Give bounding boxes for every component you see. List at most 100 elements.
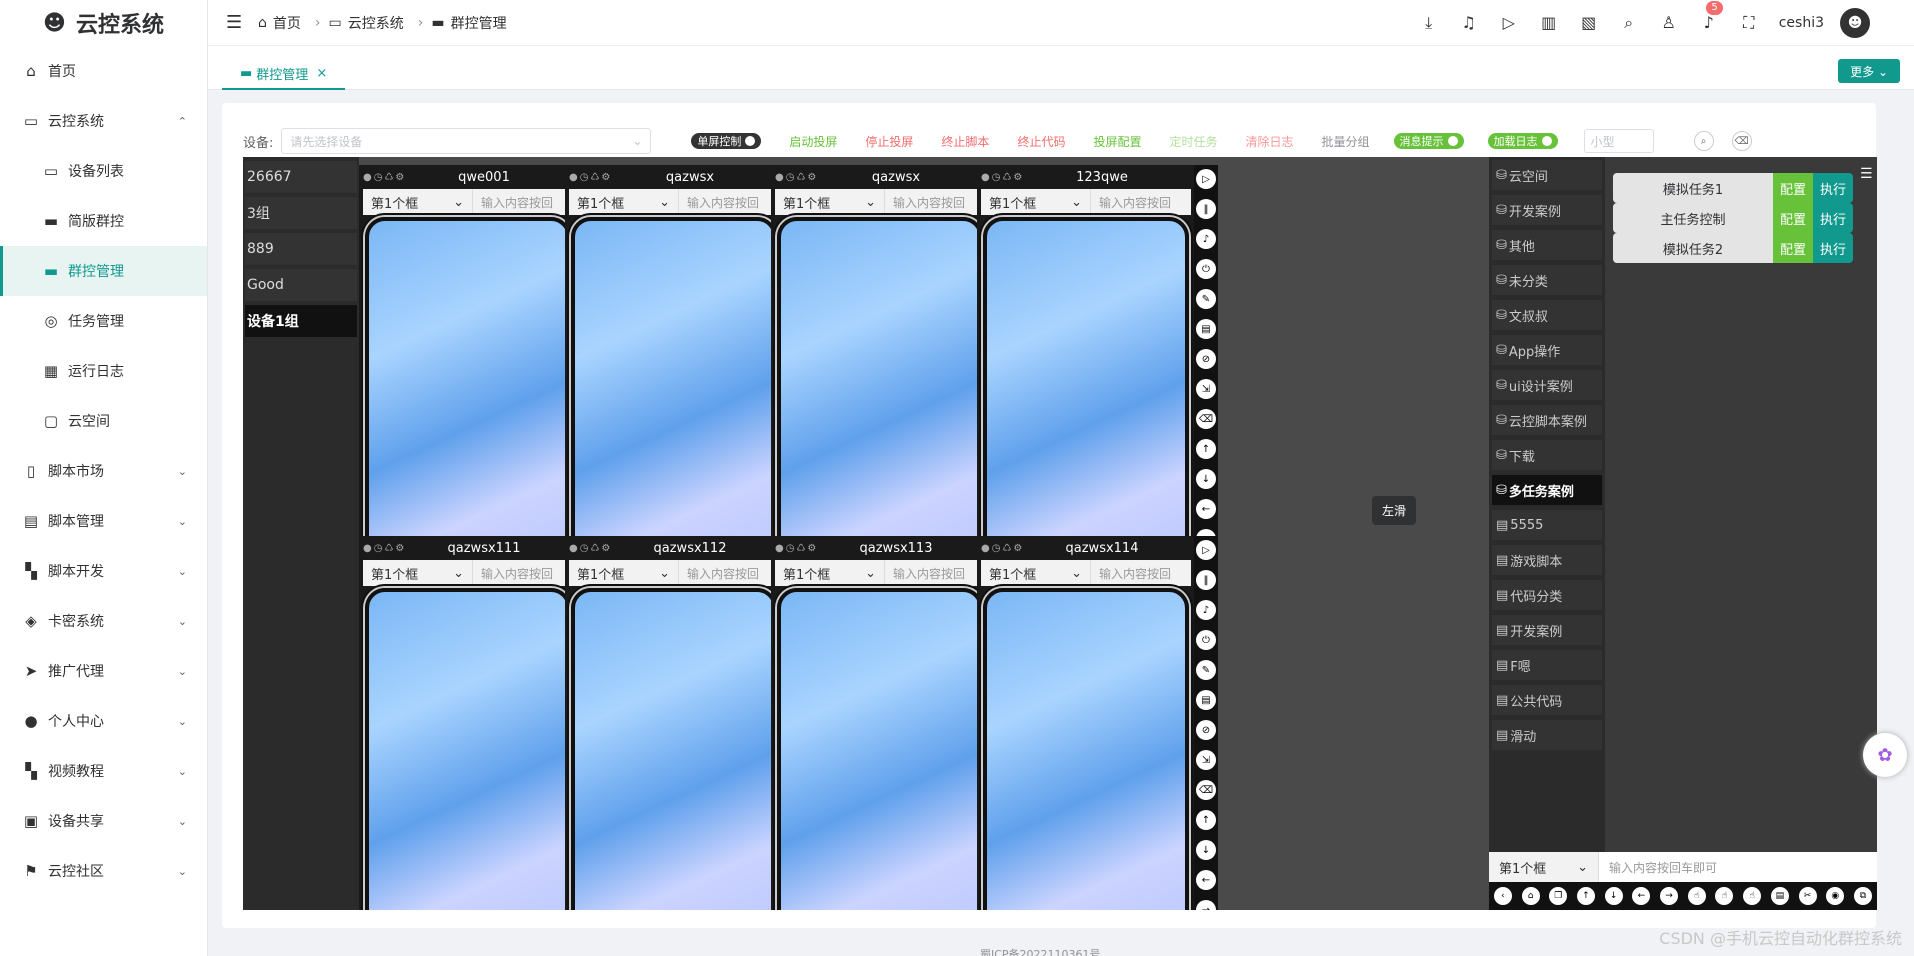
- download-icon[interactable]: ⤓: [1409, 13, 1449, 33]
- close-icon[interactable]: ×: [316, 66, 327, 81]
- sidebar-item[interactable]: ▭ 云控系统 ⌃: [0, 96, 207, 146]
- toolbar-button[interactable]: 停止投屏: [865, 133, 913, 150]
- translate-icon[interactable]: ▧: [1569, 13, 1609, 32]
- play-icon[interactable]: ▷: [1196, 540, 1216, 560]
- hand-icon[interactable]: ☝: [1743, 887, 1762, 905]
- toolbar-button[interactable]: 批量分组: [1322, 133, 1370, 150]
- bell-icon[interactable]: ♪ 5: [1689, 1, 1729, 32]
- sidebar-item[interactable]: ◈ 卡密系统 ⌄: [0, 596, 207, 646]
- script-group-item[interactable]: ⛁ 文叔叔: [1492, 300, 1602, 330]
- phone-screen[interactable]: ‹⌂❐: [777, 588, 983, 910]
- script-group-item[interactable]: ▤ 5555: [1492, 510, 1602, 540]
- toolbar-button[interactable]: 终止代码: [1017, 133, 1065, 150]
- sidebar-item[interactable]: ◎ 任务管理: [0, 296, 207, 346]
- script-group-item[interactable]: ▤ 代码分类: [1492, 580, 1602, 610]
- sidebar-item[interactable]: ▚ 视频教程 ⌄: [0, 746, 207, 796]
- headset-icon[interactable]: ♫: [1449, 13, 1489, 32]
- phone-input[interactable]: 输入内容按回: [679, 189, 779, 215]
- script-group-item[interactable]: ⛁ 未分类: [1492, 265, 1602, 295]
- menu-icon[interactable]: ☰: [1860, 166, 1873, 182]
- eye-off-icon[interactable]: ⊘: [1196, 720, 1216, 740]
- script-group-item[interactable]: ⛁ 下载: [1492, 440, 1602, 470]
- task-name[interactable]: 模拟任务2: [1613, 233, 1773, 263]
- sidebar-item[interactable]: ▣ 设备共享 ⌄: [0, 796, 207, 846]
- search-icon[interactable]: ⌕: [1609, 13, 1649, 33]
- sidebar-item[interactable]: ▦ 运行日志: [0, 346, 207, 396]
- bell-icon[interactable]: ♪: [1196, 600, 1216, 620]
- arrow-down-icon[interactable]: ↓: [1604, 887, 1623, 905]
- play-icon[interactable]: ▷: [1196, 169, 1216, 189]
- hand-icon[interactable]: ☝: [1715, 887, 1734, 905]
- avatar[interactable]: ☻: [1840, 7, 1870, 38]
- script-group-item[interactable]: ⛁ 多任务案例: [1492, 475, 1602, 505]
- sidebar-item[interactable]: ⌂ 首页: [0, 46, 207, 96]
- edit-icon[interactable]: ✎: [1196, 660, 1216, 680]
- pause-icon[interactable]: ‖: [1196, 570, 1216, 590]
- toolbar-button[interactable]: 终止脚本: [941, 133, 989, 150]
- task-exec-button[interactable]: 执行: [1813, 203, 1853, 233]
- bell-icon[interactable]: ♪: [1196, 229, 1216, 249]
- device-select[interactable]: 请先选择设备 ⌄: [281, 128, 652, 154]
- script-group-item[interactable]: ⛁ 云控脚本案例: [1492, 405, 1602, 435]
- sidebar-item[interactable]: ▯ 脚本市场 ⌄: [0, 446, 207, 496]
- export-icon[interactable]: ⇲: [1196, 379, 1216, 399]
- hand-icon[interactable]: ☝: [1687, 887, 1706, 905]
- phone-select[interactable]: 第1个框 ⌄: [569, 189, 679, 215]
- script-group-item[interactable]: ▤ 游戏脚本: [1492, 545, 1602, 575]
- phone-input[interactable]: 输入内容按回: [679, 560, 779, 586]
- script-group-item[interactable]: ▤ 公共代码: [1492, 685, 1602, 715]
- assistant-bubble-icon[interactable]: ✿: [1863, 733, 1907, 777]
- home-icon[interactable]: ⌂: [1521, 887, 1540, 905]
- bulk-input[interactable]: 输入内容按回车即可: [1599, 852, 1717, 882]
- script-group-item[interactable]: ⛁ 云空间: [1492, 160, 1602, 190]
- task-name[interactable]: 模拟任务1: [1613, 173, 1773, 203]
- breadcrumb-home[interactable]: 首页: [273, 13, 301, 33]
- task-exec-button[interactable]: 执行: [1813, 233, 1853, 263]
- phone-screen[interactable]: ‹⌂❐: [983, 588, 1189, 910]
- sidebar-item[interactable]: ➤ 推广代理 ⌄: [0, 646, 207, 696]
- eye-off-icon[interactable]: ⊘: [1196, 349, 1216, 369]
- sidebar-item[interactable]: ▚ 脚本开发 ⌄: [0, 546, 207, 596]
- arrow-up-icon[interactable]: ↑: [1196, 810, 1216, 830]
- arrow-left-icon[interactable]: ←: [1196, 499, 1216, 519]
- logo[interactable]: ☻ 云控系统: [0, 0, 207, 46]
- phone-select[interactable]: 第1个框 ⌄: [775, 560, 885, 586]
- script-group-item[interactable]: ⛁ 其他: [1492, 230, 1602, 260]
- sidebar-item[interactable]: ▢ 云空间: [0, 396, 207, 446]
- phone-screen[interactable]: ‹⌂❐: [571, 588, 777, 910]
- screenshot-icon[interactable]: ⧉: [1853, 887, 1872, 905]
- edit-icon[interactable]: ✎: [1196, 289, 1216, 309]
- search-icon[interactable]: ⌕: [1693, 131, 1714, 151]
- trash-icon[interactable]: ⌫: [1196, 409, 1216, 429]
- phone-screen[interactable]: ‹⌂❐: [365, 588, 571, 910]
- sidebar-item[interactable]: ▬ 简版群控: [0, 196, 207, 246]
- phone-select[interactable]: 第1个框 ⌄: [775, 189, 885, 215]
- message-switch[interactable]: 消息提示: [1393, 133, 1464, 149]
- sidebar-item[interactable]: ⚑ 云控社区 ⌄: [0, 846, 207, 896]
- script-group-item[interactable]: ▤ F嗯: [1492, 650, 1602, 680]
- tab-group-control[interactable]: ▬ 群控管理 ×: [222, 58, 346, 90]
- scissors-icon[interactable]: ✂: [1798, 887, 1817, 905]
- script-group-item[interactable]: ▤ 开发案例: [1492, 615, 1602, 645]
- toolbar-button[interactable]: 清除日志: [1245, 133, 1293, 150]
- sidebar-item[interactable]: ▬ 群控管理: [0, 246, 207, 296]
- arrow-down-icon[interactable]: ↓: [1196, 469, 1216, 489]
- phone-select[interactable]: 第1个框 ⌄: [981, 189, 1091, 215]
- bulk-select[interactable]: 第1个框 ⌄: [1489, 852, 1599, 882]
- script-group-item[interactable]: ⛁ ui设计案例: [1492, 370, 1602, 400]
- sidebar-item[interactable]: ▭ 设备列表: [0, 146, 207, 196]
- layout-icon[interactable]: ▥: [1529, 13, 1569, 32]
- phone-input[interactable]: 输入内容按回: [473, 560, 573, 586]
- export-icon[interactable]: ⇲: [1196, 750, 1216, 770]
- task-name[interactable]: 主任务控制: [1613, 203, 1773, 233]
- more-button[interactable]: 更多 ⌄: [1838, 59, 1900, 83]
- task-config-button[interactable]: 配置: [1773, 173, 1813, 203]
- task-exec-button[interactable]: 执行: [1813, 173, 1853, 203]
- camera-icon[interactable]: ◉: [1826, 887, 1845, 905]
- script-group-item[interactable]: ⛁ App操作: [1492, 335, 1602, 365]
- group-item[interactable]: 889: [245, 233, 357, 265]
- toolbar-button[interactable]: 启动投屏: [789, 133, 837, 150]
- sidebar-item[interactable]: ● 个人中心 ⌄: [0, 696, 207, 746]
- fullscreen-icon[interactable]: ⛶: [1729, 13, 1769, 33]
- power-icon[interactable]: ⏻: [1196, 259, 1216, 279]
